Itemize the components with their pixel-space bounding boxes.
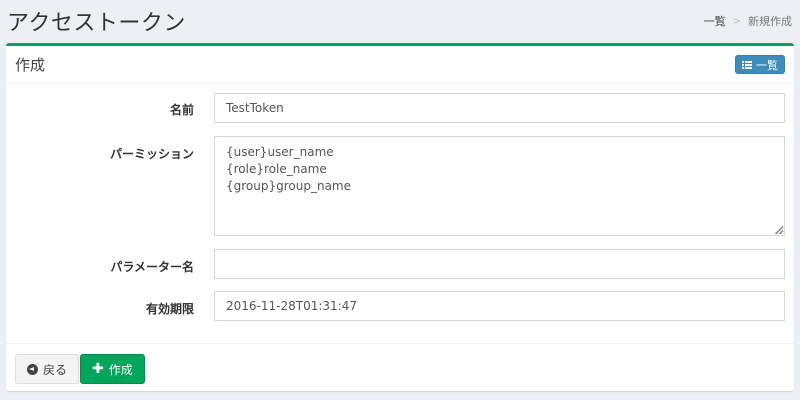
breadcrumb: 一覧 > 新規作成	[704, 13, 792, 29]
list-button[interactable]: 一覧	[735, 55, 785, 74]
create-button[interactable]: ✚ 作成	[80, 354, 145, 384]
breadcrumb-separator: >	[732, 15, 741, 27]
param-name-label: パラメーター名	[110, 260, 194, 274]
breadcrumb-current: 新規作成	[748, 15, 792, 28]
plus-icon: ✚	[92, 361, 104, 377]
page-title: アクセストークン	[7, 11, 186, 36]
name-label: 名前	[169, 103, 194, 117]
box-header: 作成 一覧	[6, 46, 794, 84]
param-name-input[interactable]	[214, 249, 785, 279]
name-input[interactable]	[214, 93, 785, 123]
back-button-label: 戻る	[43, 362, 68, 377]
box-footer: 戻る ✚ 作成	[6, 343, 794, 391]
page-header: アクセストークン 一覧 > 新規作成	[0, 0, 800, 40]
permission-field-wrap: {user}user_name {role}role_name {group}g…	[214, 136, 785, 236]
breadcrumb-list-link[interactable]: 一覧	[704, 13, 726, 29]
permission-textarea[interactable]: {user}user_name {role}role_name {group}g…	[214, 136, 785, 236]
circle-arrow-left-icon	[27, 363, 38, 375]
box-title: 作成	[15, 56, 46, 74]
permission-label: パーミッション	[109, 147, 194, 161]
create-box: 作成 一覧 名前 パーミッション {user}user_name {role}r…	[6, 43, 794, 391]
list-button-label: 一覧	[756, 58, 778, 72]
create-button-label: 作成	[108, 362, 133, 377]
expiry-input[interactable]	[214, 291, 785, 321]
list-icon	[742, 60, 752, 69]
expiry-label: 有効期限	[145, 302, 194, 316]
back-button[interactable]: 戻る	[15, 354, 80, 384]
